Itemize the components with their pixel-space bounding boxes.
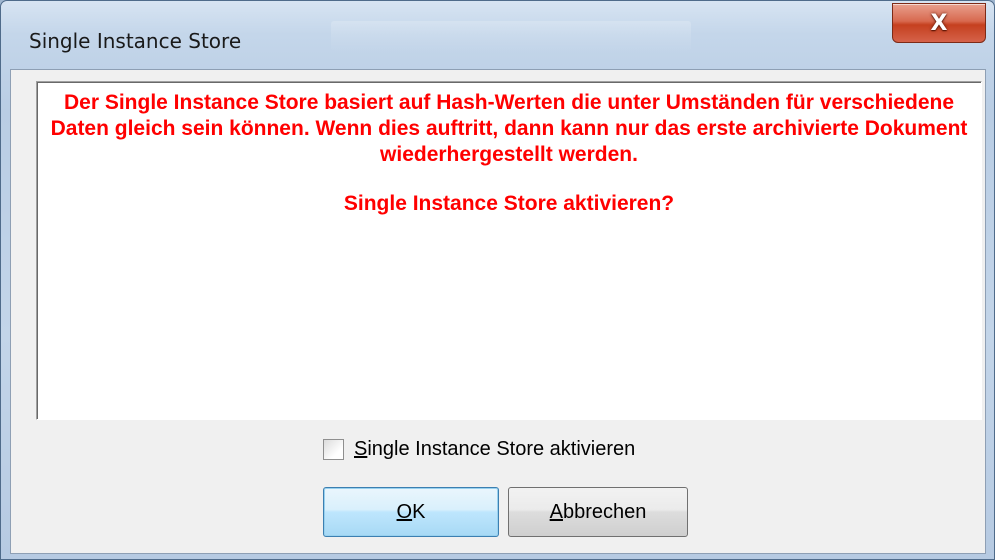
warning-message: Der Single Instance Store basiert auf Ha… [50, 91, 968, 166]
ok-button[interactable]: OK [323, 487, 499, 537]
checkbox-mnemonic: S [354, 438, 368, 460]
activate-sis-checkbox[interactable] [323, 439, 344, 460]
dialog-window: Single Instance Store X Der Single Insta… [0, 0, 995, 560]
activate-sis-checkbox-row[interactable]: Single Instance Store aktivieren [323, 438, 635, 461]
activate-sis-checkbox-label[interactable]: Single Instance Store aktivieren [354, 438, 635, 461]
cancel-label-text: bbrechen [562, 500, 647, 523]
window-title: Single Instance Store [29, 29, 242, 53]
title-bar[interactable]: Single Instance Store X [1, 1, 994, 75]
cancel-mnemonic: A [549, 500, 563, 523]
checkbox-label-text: ingle Instance Store aktivieren [367, 438, 636, 460]
message-panel: Der Single Instance Store basiert auf Ha… [36, 81, 982, 420]
ok-mnemonic: O [396, 500, 413, 523]
dialog-client-area: Der Single Instance Store basiert auf Ha… [10, 69, 986, 554]
close-button[interactable]: X [892, 3, 986, 43]
cancel-button[interactable]: Abbrechen [508, 487, 688, 537]
close-icon: X [930, 10, 948, 36]
confirmation-question: Single Instance Store aktivieren? [343, 192, 675, 215]
ok-label-text: K [412, 500, 426, 523]
